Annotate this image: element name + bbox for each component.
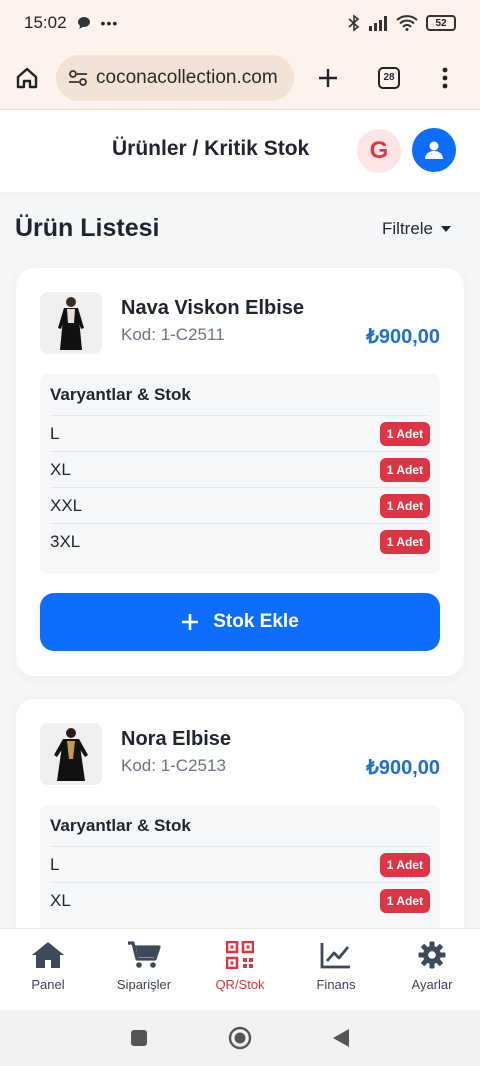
stock-badge: 1 Adet xyxy=(379,421,430,446)
nav-item-qr-stok[interactable]: QR/Stok xyxy=(192,929,288,1010)
nav-item-panel[interactable]: Panel xyxy=(0,929,96,1010)
variant-row: L 1 Adet xyxy=(50,847,430,883)
add-stock-label: Stok Ekle xyxy=(213,611,299,632)
app-header: Ürünler / Kritik Stok G xyxy=(0,110,480,192)
variant-size: XXL xyxy=(50,495,83,515)
filter-dropdown[interactable]: Filtrele xyxy=(382,219,452,239)
bluetooth-icon xyxy=(348,14,360,32)
product-code: Kod: 1-C2511 xyxy=(121,325,225,344)
variant-row: XL 1 Adet xyxy=(50,452,430,488)
product-card: Nava Viskon Elbise Kod: 1-C2511 ₺900,00 … xyxy=(16,268,464,676)
home-circle-icon[interactable] xyxy=(228,1026,252,1050)
gear-icon xyxy=(418,941,446,969)
dress-image-icon xyxy=(40,723,102,785)
add-stock-button[interactable]: Stok Ekle xyxy=(40,593,440,651)
signal-icon xyxy=(369,16,387,31)
nav-label: Finans xyxy=(316,977,356,992)
stock-badge: 1 Adet xyxy=(379,530,430,554)
stock-badge: 1 Adet xyxy=(379,852,430,877)
user-avatar-button[interactable] xyxy=(412,128,456,172)
chart-line-icon xyxy=(320,943,350,969)
variant-row: 3XL 1 Adet xyxy=(50,524,430,560)
dress-image-icon xyxy=(40,292,102,354)
filter-label: Filtrele xyxy=(382,219,434,238)
site-settings-icon[interactable] xyxy=(68,69,88,87)
nav-item-finans[interactable]: Finans xyxy=(288,929,384,1010)
variant-size: L xyxy=(50,423,60,443)
nav-label: Ayarlar xyxy=(411,977,453,992)
home-browser-icon[interactable] xyxy=(14,65,40,91)
tab-switcher-button[interactable]: 28 xyxy=(378,66,400,89)
more-dots-icon: ••• xyxy=(100,15,119,31)
home-icon xyxy=(32,942,64,968)
variant-row: L 1 Adet xyxy=(50,416,430,452)
variants-panel: Varyantlar & Stok L 1 Adet XL 1 Adet XXL… xyxy=(40,374,440,574)
variant-size: 3XL xyxy=(50,532,81,551)
cart-icon xyxy=(128,941,161,968)
product-code: Kod: 1-C2513 xyxy=(121,756,226,775)
product-name[interactable]: Nora Elbise xyxy=(121,728,231,751)
product-list-heading: Ürün Listesi xyxy=(15,214,160,242)
nav-item-ayarlar[interactable]: Ayarlar xyxy=(384,929,480,1010)
variant-size: L xyxy=(50,854,60,874)
product-name[interactable]: Nava Viskon Elbise xyxy=(121,297,304,320)
nav-label: QR/Stok xyxy=(215,977,265,992)
variant-size: XL xyxy=(50,459,71,479)
variant-row: XXL 1 Adet xyxy=(50,488,430,524)
nav-label: Panel xyxy=(31,977,65,992)
stock-badge: 1 Adet xyxy=(379,889,430,913)
user-icon xyxy=(425,141,443,159)
status-time: 15:02 xyxy=(24,13,67,32)
caret-down-icon xyxy=(441,226,452,232)
variants-title: Varyantlar & Stok xyxy=(50,805,430,847)
system-navigation-bar xyxy=(0,1010,480,1066)
recents-square-icon[interactable] xyxy=(130,1029,148,1047)
nav-item-siparisler[interactable]: Siparişler xyxy=(96,929,192,1010)
browser-toolbar: coconacollection.com 28 xyxy=(0,46,480,110)
google-avatar-button[interactable]: G xyxy=(357,129,401,173)
plus-icon xyxy=(182,614,199,630)
product-thumbnail[interactable] xyxy=(40,723,102,785)
browser-menu-icon[interactable] xyxy=(442,67,448,89)
nav-label: Siparişler xyxy=(116,977,172,992)
stock-badge: 1 Adet xyxy=(379,493,430,518)
variant-size: XL xyxy=(50,891,71,910)
stock-badge: 1 Adet xyxy=(379,457,430,482)
qr-icon xyxy=(226,941,254,969)
url-text: coconacollection.com xyxy=(96,66,278,88)
chat-bubble-icon xyxy=(77,17,90,29)
product-thumbnail[interactable] xyxy=(40,292,102,354)
address-bar[interactable]: coconacollection.com xyxy=(56,54,294,101)
variants-title: Varyantlar & Stok xyxy=(50,374,430,416)
page-title: Ürünler / Kritik Stok xyxy=(112,137,310,160)
variant-row: XL 1 Adet xyxy=(50,883,430,919)
status-bar: 15:02 ••• 52 xyxy=(0,0,480,46)
back-triangle-icon[interactable] xyxy=(332,1028,350,1048)
new-tab-icon[interactable] xyxy=(316,66,340,90)
wifi-icon xyxy=(396,15,418,31)
bottom-navigation: Panel Siparişler QR/Stok Finans Ayarlar xyxy=(0,928,480,1010)
product-price: ₺900,00 xyxy=(366,757,440,779)
battery-indicator: 52 xyxy=(426,15,456,31)
product-price: ₺900,00 xyxy=(366,326,440,348)
